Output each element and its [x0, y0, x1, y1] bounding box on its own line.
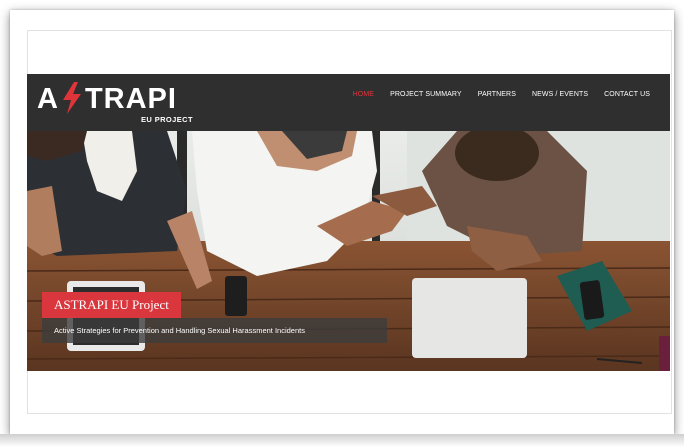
- astrapi-logo[interactable]: A TRAPI EU PROJECT: [37, 80, 217, 126]
- hero-banner: ASTRAPI EU Project Active Strategies for…: [27, 131, 670, 371]
- frame-shadow: [0, 434, 684, 447]
- logo-prefix: A: [37, 83, 59, 115]
- nav-contact-us[interactable]: CONTACT US: [596, 91, 658, 98]
- site-header: A TRAPI EU PROJECT HOME PROJECT SUMMARY …: [27, 74, 670, 131]
- nav-partners[interactable]: PARTNERS: [470, 91, 524, 98]
- nav-project-summary[interactable]: PROJECT SUMMARY: [382, 91, 470, 98]
- hero-title: ASTRAPI EU Project: [42, 292, 181, 318]
- lightning-bolt-icon: [62, 82, 81, 114]
- logo-wordmark: A TRAPI: [37, 82, 177, 116]
- main-nav: HOME PROJECT SUMMARY PARTNERS NEWS / EVE…: [345, 91, 658, 98]
- hero-subtitle: Active Strategies for Prevention and Han…: [42, 318, 387, 343]
- logo-subtitle: EU PROJECT: [141, 115, 193, 124]
- website: A TRAPI EU PROJECT HOME PROJECT SUMMARY …: [27, 74, 670, 371]
- logo-suffix: TRAPI: [84, 83, 177, 115]
- nav-news-events[interactable]: NEWS / EVENTS: [524, 91, 596, 98]
- nav-home[interactable]: HOME: [345, 91, 382, 98]
